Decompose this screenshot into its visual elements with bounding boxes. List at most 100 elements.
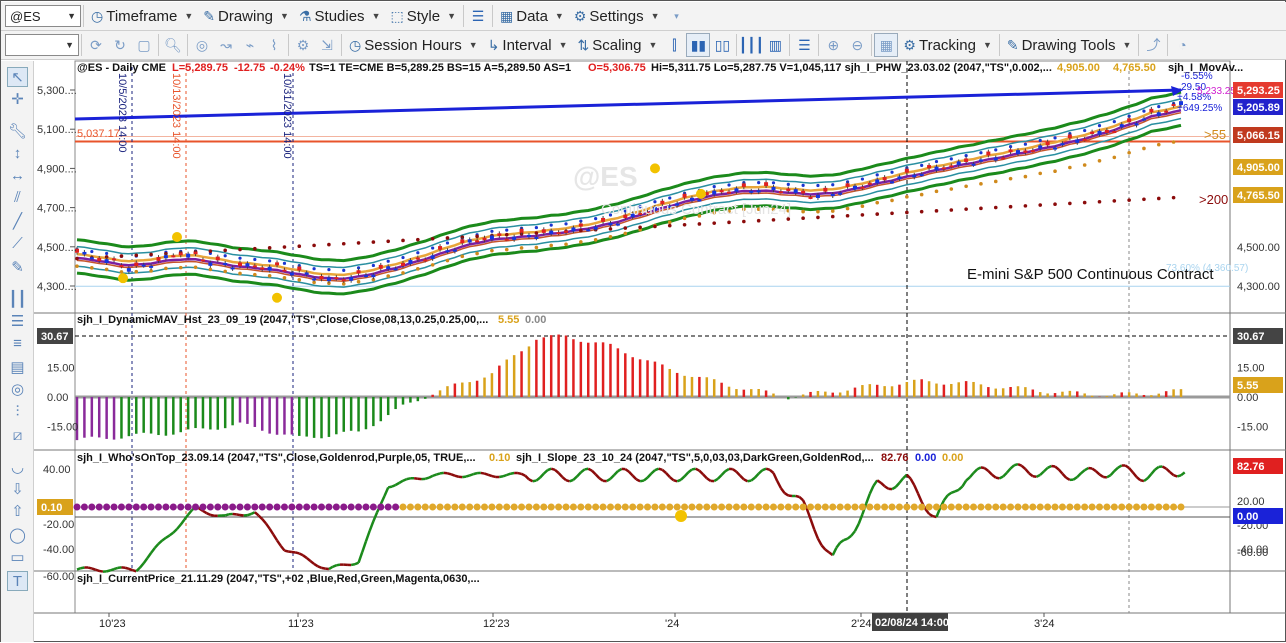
watermark-symbol: @ES	[573, 161, 638, 192]
slope-line-segment	[333, 565, 337, 567]
ma200-dot-line	[875, 212, 879, 216]
whos-on-top-dot	[629, 504, 636, 511]
candle-body	[1038, 145, 1042, 148]
chart-area[interactable]: 5,300....5,100....4,900....4,700....4,50…	[1, 1, 1286, 643]
whos-on-top-dot	[666, 504, 673, 511]
whos-on-top-dot	[1126, 504, 1133, 511]
slope-line-segment	[314, 564, 318, 566]
price-header-text: sjh_I_MovAv...	[1168, 62, 1243, 74]
slope-line-segment	[959, 486, 963, 489]
slope-line-segment	[284, 551, 288, 552]
orange-dot-ma	[1157, 143, 1161, 147]
whos-on-top-dot	[651, 504, 658, 511]
blue-dot-ma	[342, 269, 345, 272]
slope-line-segment	[107, 570, 111, 571]
whos-on-top-dot	[1007, 504, 1014, 511]
orange-dot-ma	[579, 240, 583, 244]
candle-body	[394, 268, 398, 270]
whos-on-top-dot	[444, 504, 451, 511]
slope-line-segment	[740, 476, 744, 480]
price-badge-text: 5,293.25	[1237, 85, 1280, 97]
slope-line-segment	[999, 477, 1003, 479]
slope-line-segment	[607, 479, 611, 481]
slope-line-segment	[699, 471, 703, 475]
chart-window: @ES ▼ ◷Timeframe▼ ✎Drawing▼ ⚗Studies▼ ⬚S…	[0, 0, 1286, 642]
slope-line-segment	[403, 479, 407, 481]
time-axis-label: '24	[665, 618, 679, 630]
candle-body	[305, 272, 309, 274]
candle-body	[809, 197, 813, 199]
slope-line-segment	[673, 480, 677, 481]
slope-line-segment	[155, 544, 159, 548]
candle-body	[712, 191, 716, 195]
slope-line-segment	[685, 472, 689, 476]
slope-line-segment	[1029, 473, 1033, 476]
slope-line-segment	[1007, 468, 1011, 472]
time-axis-label: 11'23	[288, 618, 314, 630]
whos-on-top-dot	[903, 504, 910, 511]
orange-dot-ma	[1127, 151, 1131, 155]
slope-line-segment	[725, 469, 729, 471]
whos-on-top-dot	[1022, 504, 1029, 511]
slope-line-segment	[1048, 466, 1052, 468]
slope-line-segment	[1099, 474, 1103, 477]
candle-body	[890, 181, 894, 183]
blue-dot-ma	[372, 264, 375, 267]
ma200-dot-line	[801, 216, 805, 220]
ma200-dot-line	[668, 224, 672, 228]
blue-dot-ma	[1157, 105, 1160, 108]
blue-dot-ma	[446, 241, 449, 244]
whos-on-top-dot	[881, 504, 888, 511]
slope-line-segment	[114, 568, 118, 569]
blue-dot-ma	[920, 164, 923, 167]
candle-body	[838, 193, 842, 195]
slope-line-segment	[618, 469, 622, 471]
whos-on-top-dot	[1178, 504, 1185, 511]
orange-dot-ma	[594, 238, 598, 242]
candle-body	[979, 159, 983, 161]
candle-body	[1164, 111, 1168, 113]
hist-value-badge-text: 5.55	[1237, 380, 1258, 392]
blue-dot-ma	[950, 157, 953, 160]
whos-on-top-dot	[237, 504, 244, 511]
whos-on-top-dot	[592, 504, 599, 511]
blue-dot-ma	[594, 217, 597, 220]
price-badge-text: 5,205.89	[1237, 102, 1280, 114]
slope-line-segment	[544, 470, 548, 473]
price-header-text: -12.75	[234, 62, 265, 74]
osc-header1: sjh_I_Who'sOnTop_23.09.14 (2047,"TS",Clo…	[77, 452, 476, 464]
slope-line-segment	[625, 469, 629, 472]
signal-dot	[650, 163, 660, 173]
slope-line-segment	[1129, 468, 1133, 472]
candle-body	[245, 263, 249, 266]
ma200-dot-line	[890, 211, 894, 215]
blue-dot-ma	[1098, 124, 1101, 127]
candle-body	[1001, 157, 1005, 159]
candle-body	[920, 174, 924, 176]
whos-on-top-dot	[807, 504, 814, 511]
blue-dot-ma	[387, 260, 390, 263]
blue-dot-ma	[283, 262, 286, 265]
ma200-dot-line	[431, 237, 435, 241]
candle-body	[157, 257, 161, 261]
whos-on-top-dot	[829, 504, 836, 511]
orange-dot-ma	[1038, 172, 1042, 176]
slope-line-segment	[529, 479, 533, 481]
orange-dot-ma	[623, 232, 627, 236]
whos-on-top-dot	[688, 504, 695, 511]
blue-dot-ma	[935, 160, 938, 163]
whos-on-top-dot	[140, 504, 147, 511]
slope-line-segment	[1148, 474, 1152, 478]
osc-y-tick: 40.00	[43, 464, 71, 476]
candle-body	[816, 195, 820, 198]
orange-dot-ma	[1009, 177, 1013, 181]
whos-on-top-dot	[199, 504, 206, 511]
orange-dot-ma	[460, 255, 464, 259]
ma200-dot-line	[609, 227, 613, 231]
slope-line-segment	[481, 473, 485, 474]
candle-body	[460, 239, 464, 243]
whos-on-top-dot	[451, 504, 458, 511]
slope-line-segment	[1125, 466, 1129, 469]
candle-body	[757, 190, 761, 192]
slope-line-segment	[559, 473, 563, 477]
